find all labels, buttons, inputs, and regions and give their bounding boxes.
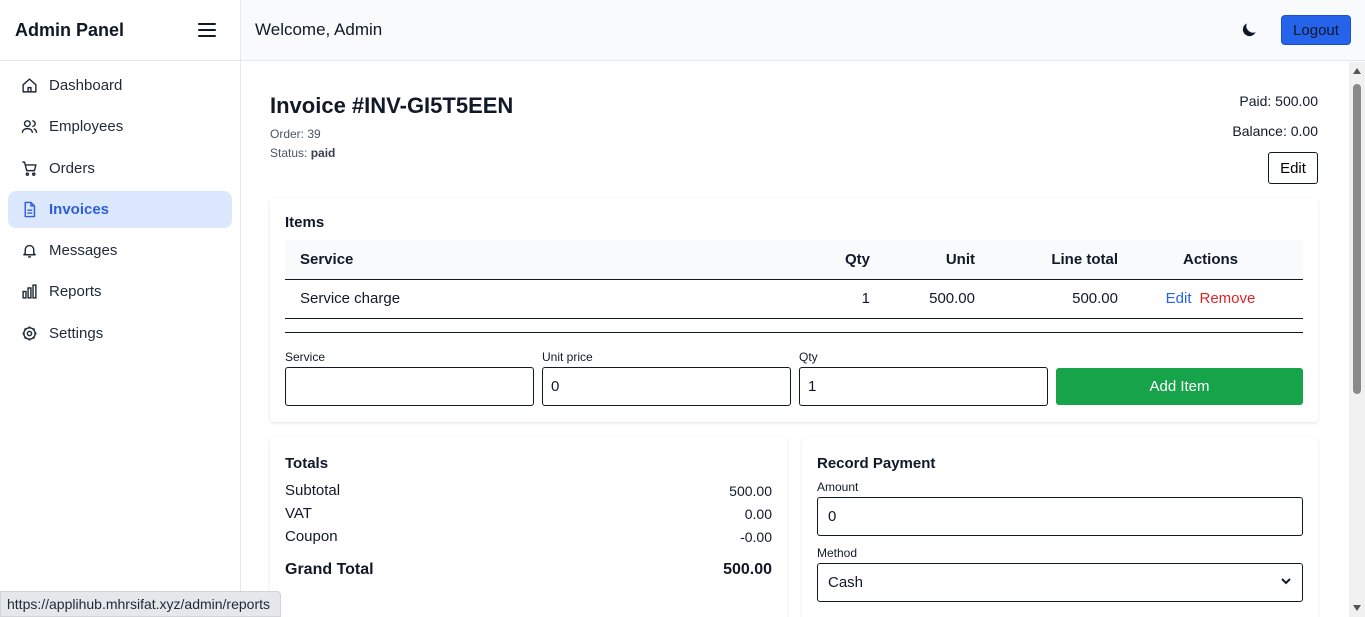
coupon-row: Coupon -0.00 — [285, 525, 772, 548]
vat-row: VAT 0.00 — [285, 502, 772, 525]
column-header: Actions — [1182, 250, 1238, 268]
qty-input[interactable] — [799, 366, 1048, 406]
amount-input[interactable] — [817, 497, 1303, 536]
scrollbar-thumb[interactable] — [1353, 84, 1361, 394]
sidebar-item-label: Messages — [49, 242, 118, 260]
sidebar-item-label: Employees — [49, 118, 124, 136]
logout-button[interactable]: Logout — [1281, 15, 1351, 45]
sidebar-item-invoices[interactable]: Invoices — [8, 190, 232, 228]
bell-icon — [20, 242, 38, 260]
cell-qty: 1 — [861, 290, 870, 307]
coupon-value: -0.00 — [740, 528, 772, 545]
sidebar-item-label: Settings — [49, 324, 104, 342]
column-header: Qty — [844, 250, 870, 268]
table-header-row: Service Qty Unit Line total Actions — [285, 240, 1303, 279]
amount-label: Amount — [817, 480, 859, 494]
add-item-button[interactable]: Add Item — [1056, 367, 1303, 405]
subtotal-label: Subtotal — [285, 482, 341, 499]
subtotal-value: 500.00 — [729, 482, 772, 499]
column-header: Line total — [1051, 250, 1118, 268]
cell-line-total: 500.00 — [1072, 290, 1118, 307]
status-label: Status: — [270, 146, 308, 160]
totals-title: Totals — [285, 455, 329, 472]
scroll-down-arrow-icon[interactable] — [1353, 605, 1361, 611]
document-icon — [20, 200, 38, 218]
payment-title: Record Payment — [817, 455, 936, 472]
menu-toggle-icon[interactable] — [198, 23, 216, 37]
balance-amount: Balance: 0.00 — [1232, 123, 1318, 139]
order-value: 39 — [307, 127, 321, 141]
brand-title: Admin Panel — [15, 19, 125, 40]
unit-price-label: Unit price — [542, 349, 593, 364]
main-content: Invoice #INV-GI5T5EEN Order: 39 Status: … — [241, 62, 1349, 617]
subtotal-row: Subtotal 500.00 — [285, 479, 772, 502]
sidebar-nav: Dashboard Employees Orders Invoices Mess… — [0, 61, 240, 352]
order-label: Order: — [270, 127, 305, 141]
bar-chart-icon — [20, 283, 38, 301]
add-item-form: Service Unit price Qty Add Item — [285, 350, 1303, 406]
sidebar-item-reports[interactable]: Reports — [8, 273, 232, 310]
service-input[interactable] — [285, 366, 534, 406]
grand-total-row: Grand Total 500.00 — [285, 558, 772, 581]
column-header: Unit — [945, 250, 975, 268]
edit-item-link[interactable]: Edit — [1166, 290, 1192, 307]
method-select[interactable]: Cash — [817, 563, 1303, 602]
invoice-title: Invoice #INV-GI5T5EEN — [270, 93, 514, 118]
paid-amount: Paid: 500.00 — [1239, 93, 1318, 109]
cell-actions: Edit Remove — [1118, 279, 1303, 318]
sidebar-item-messages[interactable]: Messages — [8, 232, 232, 269]
vat-label: VAT — [285, 505, 312, 522]
users-icon — [20, 118, 38, 136]
moon-icon[interactable] — [1239, 20, 1259, 40]
method-value: Cash — [828, 574, 864, 591]
service-label: Service — [285, 349, 326, 364]
gear-icon — [20, 324, 38, 342]
grand-total-label: Grand Total — [285, 560, 374, 578]
items-card: Items Service Qty Unit Line total Action… — [270, 198, 1318, 422]
table-row: Service charge 1 500.00 500.00 Edit Remov… — [285, 279, 1303, 318]
welcome-text: Welcome, Admin — [255, 20, 383, 39]
totals-card: Totals Subtotal 500.00 VAT 0.00 Coupon -… — [270, 437, 787, 617]
edit-invoice-button[interactable]: Edit — [1268, 152, 1318, 184]
sidebar-item-label: Reports — [49, 283, 102, 301]
vat-value: 0.00 — [744, 505, 772, 522]
unit-price-input[interactable] — [542, 366, 791, 406]
home-icon — [20, 77, 38, 95]
items-title: Items — [285, 214, 325, 231]
invoice-summary: Paid: 500.00 Balance: 0.00 Edit — [1232, 93, 1318, 184]
grand-total-value: 500.00 — [723, 560, 772, 578]
cart-icon — [20, 159, 38, 177]
sidebar-item-employees[interactable]: Employees — [8, 108, 232, 145]
page-scrollbar[interactable] — [1349, 62, 1365, 617]
cell-unit: 500.00 — [929, 290, 975, 307]
payment-card: Record Payment Amount Method Cash — [802, 437, 1318, 617]
status-bar-url: https://applihub.mhrsifat.xyz/admin/repo… — [0, 591, 282, 617]
column-header: Service — [300, 250, 354, 268]
method-label: Method — [817, 546, 858, 560]
coupon-label: Coupon — [285, 528, 338, 545]
scroll-up-arrow-icon[interactable] — [1353, 68, 1361, 74]
sidebar-item-label: Dashboard — [49, 77, 123, 94]
sidebar-item-dashboard[interactable]: Dashboard — [8, 67, 232, 104]
sidebar-item-label: Orders — [49, 159, 95, 177]
cell-service: Service charge — [300, 290, 401, 307]
remove-item-link[interactable]: Remove — [1200, 290, 1256, 307]
sidebar-item-orders[interactable]: Orders — [8, 150, 232, 187]
chevron-down-icon — [1280, 574, 1292, 591]
topbar: Welcome, Admin Logout — [241, 0, 1365, 61]
status-value: paid — [310, 146, 336, 160]
table-spacer — [285, 318, 1303, 332]
invoice-header: Invoice #INV-GI5T5EEN Order: 39 Status: … — [270, 93, 513, 163]
qty-label: Qty — [799, 349, 818, 364]
sidebar-header: Admin Panel — [0, 0, 240, 61]
sidebar: Admin Panel Dashboard Employees Orders I… — [0, 0, 241, 617]
sidebar-item-settings[interactable]: Settings — [8, 315, 232, 352]
items-table: Service Qty Unit Line total Actions Serv… — [285, 240, 1303, 333]
sidebar-item-label: Invoices — [49, 200, 110, 218]
